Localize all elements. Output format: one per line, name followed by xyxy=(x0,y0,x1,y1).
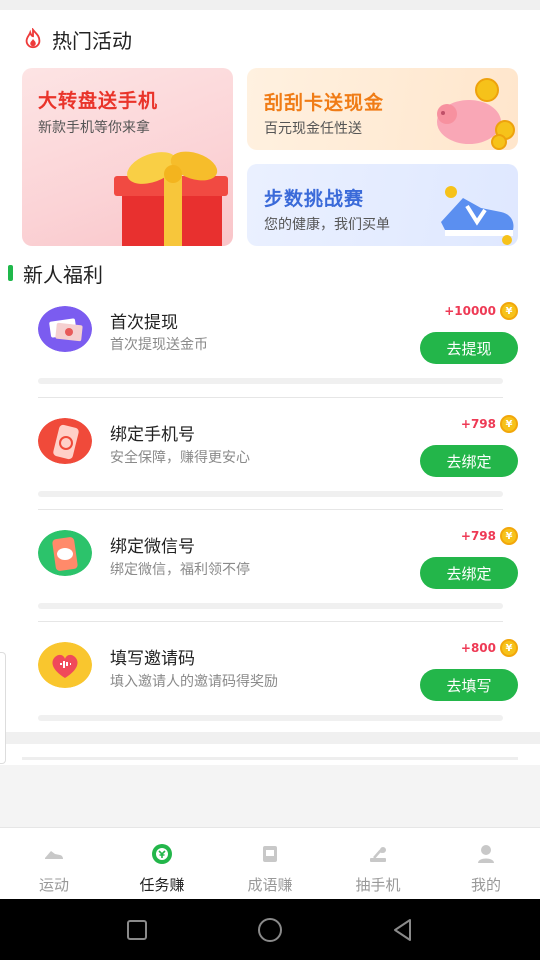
bottom-tab-bar: 运动 任务赚 成语赚 抽手机 我的 xyxy=(0,827,540,899)
tab-task-earn[interactable]: 任务赚 xyxy=(108,828,216,899)
coin-icon: ¥ xyxy=(500,527,518,545)
hot-activities-title: 热门活动 xyxy=(52,28,132,53)
task-item-bind-phone: 绑定手机号 安全保障，赚得更安心 +798 ¥ 去绑定 xyxy=(38,397,518,501)
task-reward: +800 ¥ xyxy=(461,639,518,657)
invite-code-button[interactable]: 去填写 xyxy=(420,669,518,701)
task-item-withdraw: 首次提现 首次提现送金币 +10000 ¥ 去提现 xyxy=(38,294,518,398)
section-separator xyxy=(0,732,540,744)
scratch-promo-card[interactable]: 刮刮卡送现金 百元现金任性送 xyxy=(247,68,518,150)
task-progress-track xyxy=(38,491,503,497)
main-content: 热门活动 大转盘送手机 新款手机等你来拿 刮刮卡送现金 百元现金任性送 步数挑战… xyxy=(0,10,540,765)
steps-promo-title: 步数挑战赛 xyxy=(264,188,365,210)
task-desc: 绑定微信，福利领不停 xyxy=(110,562,250,578)
bind-phone-button[interactable]: 去绑定 xyxy=(420,445,518,477)
steps-promo-subtitle: 您的健康，我们买单 xyxy=(264,217,390,233)
heart-icon xyxy=(38,642,92,688)
tab-label: 我的 xyxy=(470,876,501,894)
coin-icon: ¥ xyxy=(500,302,518,320)
task-desc: 首次提现送金币 xyxy=(110,337,208,353)
task-name: 绑定手机号 xyxy=(110,425,195,445)
floating-side-handle[interactable] xyxy=(0,652,6,764)
home-button[interactable] xyxy=(255,915,285,945)
hot-activities-header: 热门活动 xyxy=(22,24,132,54)
task-name: 填写邀请码 xyxy=(110,649,195,669)
reward-amount: +798 xyxy=(460,417,496,431)
user-icon xyxy=(478,845,494,863)
task-name: 绑定微信号 xyxy=(110,537,195,557)
reward-amount: +10000 xyxy=(444,304,496,318)
task-item-invite-code: 填写邀请码 填入邀请人的邀请码得奖励 +800 ¥ 去填写 xyxy=(38,621,518,725)
reward-amount: +800 xyxy=(460,641,496,655)
claw-icon xyxy=(370,847,386,862)
tab-label: 运动 xyxy=(38,876,69,894)
cash-icon xyxy=(38,306,92,352)
tab-label: 抽手机 xyxy=(355,876,401,894)
divider xyxy=(38,621,503,622)
flame-icon xyxy=(25,28,41,49)
divider xyxy=(38,397,503,398)
tab-mine[interactable]: 我的 xyxy=(432,828,540,899)
tab-draw-phone[interactable]: 抽手机 xyxy=(324,828,432,899)
book-icon xyxy=(263,846,277,862)
wechat-icon xyxy=(38,530,92,576)
task-progress-track xyxy=(38,603,503,609)
new-user-header: 新人福利 xyxy=(8,259,103,287)
scratch-promo-subtitle: 百元现金任性送 xyxy=(264,121,362,137)
phone-icon xyxy=(38,418,92,464)
sneaker-icon xyxy=(441,186,514,245)
reward-amount: +798 xyxy=(460,529,496,543)
task-reward: +798 ¥ xyxy=(461,415,518,433)
tab-label: 成语赚 xyxy=(247,876,293,894)
shoe-icon xyxy=(45,851,63,859)
coin-icon xyxy=(152,844,172,864)
withdraw-button[interactable]: 去提现 xyxy=(420,332,518,364)
bind-wechat-button[interactable]: 去绑定 xyxy=(420,557,518,589)
task-name: 首次提现 xyxy=(110,313,178,333)
steps-promo-card[interactable]: 步数挑战赛 您的健康，我们买单 xyxy=(247,164,518,246)
bottom-divider xyxy=(22,757,518,760)
task-progress-track xyxy=(38,715,503,721)
task-reward: +10000 ¥ xyxy=(444,302,518,320)
task-reward: +798 ¥ xyxy=(461,527,518,545)
coin-icon: ¥ xyxy=(500,639,518,657)
new-user-title: 新人福利 xyxy=(23,262,103,287)
wheel-promo-subtitle: 新款手机等你来拿 xyxy=(38,120,150,136)
task-desc: 填入邀请人的邀请码得奖励 xyxy=(110,674,278,690)
wheel-promo-card[interactable]: 大转盘送手机 新款手机等你来拿 xyxy=(22,68,233,246)
task-item-bind-wechat: 绑定微信号 绑定微信，福利领不停 +798 ¥ 去绑定 xyxy=(38,509,518,613)
gift-box-icon xyxy=(114,151,228,246)
tab-sport[interactable]: 运动 xyxy=(0,828,108,899)
wheel-promo-title: 大转盘送手机 xyxy=(38,90,159,112)
tab-label: 任务赚 xyxy=(139,876,185,894)
recent-apps-button[interactable] xyxy=(122,915,152,945)
back-button[interactable] xyxy=(388,915,418,945)
task-progress-track xyxy=(38,378,503,384)
piggy-bank-icon xyxy=(437,78,515,150)
task-desc: 安全保障，赚得更安心 xyxy=(110,450,250,466)
section-marker xyxy=(8,265,13,281)
divider xyxy=(38,509,503,510)
tab-idiom-earn[interactable]: 成语赚 xyxy=(216,828,324,899)
scratch-promo-title: 刮刮卡送现金 xyxy=(264,92,385,114)
system-navigation-bar xyxy=(0,899,540,960)
top-strip xyxy=(0,0,540,10)
coin-icon: ¥ xyxy=(500,415,518,433)
